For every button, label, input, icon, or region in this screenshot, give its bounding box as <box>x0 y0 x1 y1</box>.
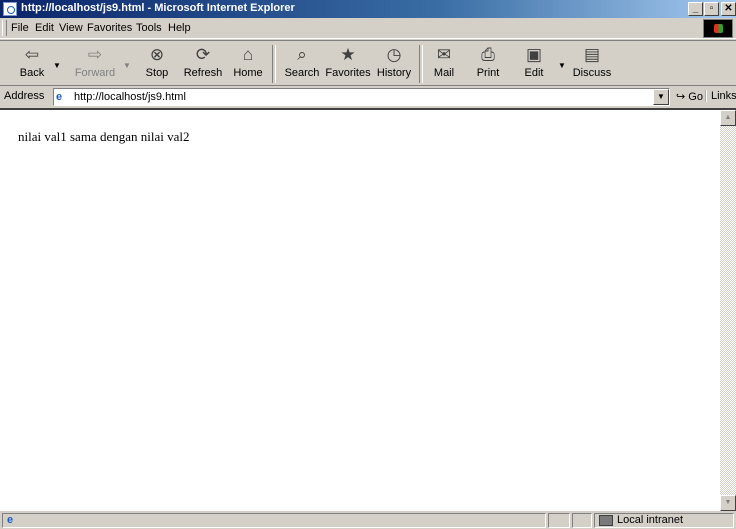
ie-page-icon: e <box>56 91 63 103</box>
address-input[interactable]: e http://localhost/js9.html ▼ <box>53 88 670 106</box>
edit-button[interactable]: ▣ Edit <box>516 45 552 85</box>
close-button[interactable]: ✕ <box>721 2 736 16</box>
go-arrow-icon: ↪ <box>676 91 686 103</box>
windows-logo-icon <box>703 19 733 38</box>
stop-icon: ⊗ <box>149 45 165 64</box>
scroll-up-icon[interactable]: ▲ <box>720 110 736 126</box>
address-dropdown-icon[interactable]: ▼ <box>653 89 669 105</box>
ie-page-icon <box>3 2 17 16</box>
history-button[interactable]: ◷ History <box>374 45 414 85</box>
discuss-button[interactable]: ▤ Discuss <box>570 45 614 85</box>
address-url: http://localhost/js9.html <box>74 91 186 103</box>
ie-status-icon: e <box>7 514 14 526</box>
mail-icon: ✉ <box>436 45 452 64</box>
refresh-icon: ⟳ <box>195 45 211 64</box>
status-pane <box>548 513 570 528</box>
window-title: http://localhost/js9.html - Microsoft In… <box>21 2 295 14</box>
scroll-down-icon[interactable]: ▼ <box>720 495 736 511</box>
menu-tools[interactable]: Tools <box>136 22 162 34</box>
refresh-button[interactable]: ⟳ Refresh <box>181 45 225 85</box>
back-button[interactable]: ⇦ Back <box>12 45 52 85</box>
menu-grip[interactable] <box>2 20 7 36</box>
page-content: nilai val1 sama dengan nilai val2 ▲ ▼ <box>0 108 736 511</box>
menu-favorites[interactable]: Favorites <box>87 22 132 34</box>
toolbar-separator <box>419 45 423 83</box>
home-icon: ⌂ <box>242 45 254 64</box>
toolbar-separator <box>272 45 276 83</box>
home-button[interactable]: ⌂ Home <box>230 45 266 85</box>
vertical-scrollbar[interactable]: ▲ ▼ <box>720 110 736 511</box>
print-icon: ⎙ <box>481 45 495 64</box>
back-dropdown-icon[interactable]: ▼ <box>53 61 61 70</box>
address-bar: Address e http://localhost/js9.html ▼ ↪ … <box>0 87 736 106</box>
forward-dropdown-icon[interactable]: ▼ <box>123 61 131 70</box>
edit-dropdown-icon[interactable]: ▼ <box>558 61 566 70</box>
maximize-button[interactable]: ▫ <box>704 2 719 16</box>
minimize-button[interactable]: _ <box>688 2 703 16</box>
menu-bar: File Edit View Favorites Tools Help <box>0 18 736 39</box>
security-zone-label: Local intranet <box>617 514 684 526</box>
forward-arrow-icon: ⇨ <box>87 45 103 64</box>
address-label: Address <box>4 90 45 102</box>
discuss-icon: ▤ <box>583 45 601 64</box>
history-icon: ◷ <box>386 45 402 64</box>
menu-help[interactable]: Help <box>168 22 191 34</box>
status-pane <box>572 513 592 528</box>
title-bar[interactable]: http://localhost/js9.html - Microsoft In… <box>0 0 736 18</box>
search-icon: ⌕ <box>297 45 307 64</box>
status-main-pane: e <box>2 513 546 528</box>
stop-button[interactable]: ⊗ Stop <box>138 45 176 85</box>
page-text: nilai val1 sama dengan nilai val2 <box>18 129 190 144</box>
favorites-button[interactable]: ★ Favorites <box>324 45 372 85</box>
favorites-icon: ★ <box>340 45 356 64</box>
menu-view[interactable]: View <box>59 22 83 34</box>
print-button[interactable]: ⎙ Print <box>470 45 506 85</box>
go-button[interactable]: ↪ Go <box>676 90 703 103</box>
menu-file[interactable]: File <box>11 22 29 34</box>
security-zone-pane: Local intranet <box>594 513 734 528</box>
local-intranet-icon <box>599 515 613 526</box>
standard-toolbar: ⇦ Back ▼ ⇨ Forward ▼ ⊗ Stop ⟳ Refresh ⌂ … <box>0 40 736 86</box>
edit-icon: ▣ <box>525 45 543 64</box>
links-button[interactable]: Links » <box>705 90 736 102</box>
mail-button[interactable]: ✉ Mail <box>426 45 462 85</box>
search-button[interactable]: ⌕ Search <box>282 45 322 85</box>
status-bar: e Local intranet <box>0 511 736 529</box>
back-arrow-icon: ⇦ <box>24 45 40 64</box>
menu-edit[interactable]: Edit <box>35 22 54 34</box>
forward-button[interactable]: ⇨ Forward <box>70 45 120 85</box>
